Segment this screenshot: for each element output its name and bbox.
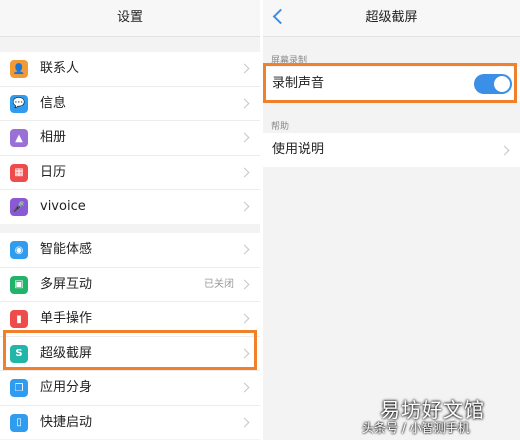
chevron-right-icon — [239, 201, 250, 212]
chevron-right-icon — [239, 382, 250, 393]
quick-launch-icon: ▯ — [10, 413, 28, 432]
one-hand-icon: ▮ — [10, 310, 28, 328]
calendar-icon: ▦ — [10, 163, 28, 182]
page-title: 设置 — [116, 10, 143, 25]
chevron-right-icon — [239, 244, 250, 255]
settings-item[interactable]: ▦ 日历 — [0, 155, 260, 190]
chevron-right-icon — [239, 167, 250, 177]
settings-item[interactable]: ▯ 快捷启动 — [0, 405, 260, 439]
settings-item-label: 应用分身 — [40, 380, 93, 395]
settings-item[interactable]: 💬 信息 — [0, 86, 260, 121]
record-sound-label: 录制声音 — [272, 76, 325, 91]
contacts-icon: 👤 — [10, 60, 28, 78]
settings-item-label: 相册 — [40, 130, 67, 145]
settings-item-label: 快捷启动 — [40, 414, 93, 430]
settings-item[interactable]: ▮ 单手操作 — [0, 302, 260, 337]
record-sound-toggle[interactable] — [474, 74, 512, 94]
multiscreen-icon: ▣ — [10, 275, 28, 294]
chevron-right-icon — [239, 279, 250, 289]
help-row[interactable]: 使用说明 — [263, 133, 520, 167]
chevron-right-icon — [239, 98, 250, 108]
record-sound-row[interactable]: 录制声音 — [263, 67, 520, 101]
chevron-right-icon — [239, 348, 250, 358]
message-icon: 💬 — [10, 94, 28, 113]
chevron-right-icon — [239, 132, 250, 143]
settings-item-label: 联系人 — [40, 61, 80, 76]
settings-item-label: vivoice — [40, 199, 86, 214]
settings-item[interactable]: ❐ 应用分身 — [0, 371, 260, 406]
chevron-right-icon — [239, 313, 250, 324]
app-clone-icon: ❐ — [10, 379, 28, 397]
chevron-right-icon — [239, 417, 250, 427]
motion-icon: ◉ — [10, 241, 28, 259]
settings-item-label: 单手操作 — [40, 311, 93, 326]
settings-group-features: ◉ 智能体感 ▣ 多屏互动 已关闭 ▮ 单手操作 S 超级截屏 ❐ 应用分身 ▯ 快捷启动 — [0, 233, 260, 439]
settings-item[interactable]: S 超级截屏 — [0, 336, 260, 371]
microphone-icon: 🎤 — [10, 198, 28, 216]
settings-item-label: 超级截屏 — [40, 345, 93, 361]
settings-item-label: 信息 — [40, 95, 67, 111]
settings-item-label: 智能体感 — [40, 242, 93, 257]
settings-item[interactable]: ▲ 相册 — [0, 121, 260, 156]
super-screenshot-panel: 超级截屏 屏幕录制 录制声音 帮助 使用说明 — [263, 0, 520, 440]
settings-item-label: 多屏互动 — [40, 276, 93, 292]
settings-item[interactable]: 🎤 vivoice — [0, 190, 260, 224]
settings-item[interactable]: 👤 联系人 — [0, 52, 260, 87]
album-icon: ▲ — [10, 129, 28, 147]
settings-item-label: 日历 — [40, 164, 67, 180]
settings-panel: 设置 👤 联系人 💬 信息 ▲ 相册 ▦ 日历 🎤 vivoice ◉ 智能体感 ▣ 多屏互动 已关闭 ▮ 单… — [0, 0, 260, 440]
watermark-source: 头条号 / 小智测手机 — [362, 421, 470, 435]
chevron-right-icon — [239, 63, 250, 74]
section-screen-record: 屏幕录制 — [271, 56, 308, 66]
help-label: 使用说明 — [272, 142, 325, 157]
settings-item[interactable]: ◉ 智能体感 — [0, 233, 260, 268]
toggle-knob — [494, 76, 510, 92]
super-screenshot-header: 超级截屏 — [263, 0, 520, 37]
settings-header: 设置 — [0, 0, 260, 37]
settings-item[interactable]: ▣ 多屏互动 已关闭 — [0, 267, 260, 302]
page-title: 超级截屏 — [365, 10, 418, 25]
section-help: 帮助 — [271, 122, 290, 132]
screenshot-icon: S — [10, 344, 28, 363]
status-text: 已关闭 — [204, 278, 234, 290]
chevron-right-icon — [499, 145, 510, 156]
settings-group-apps: 👤 联系人 💬 信息 ▲ 相册 ▦ 日历 🎤 vivoice — [0, 52, 260, 224]
